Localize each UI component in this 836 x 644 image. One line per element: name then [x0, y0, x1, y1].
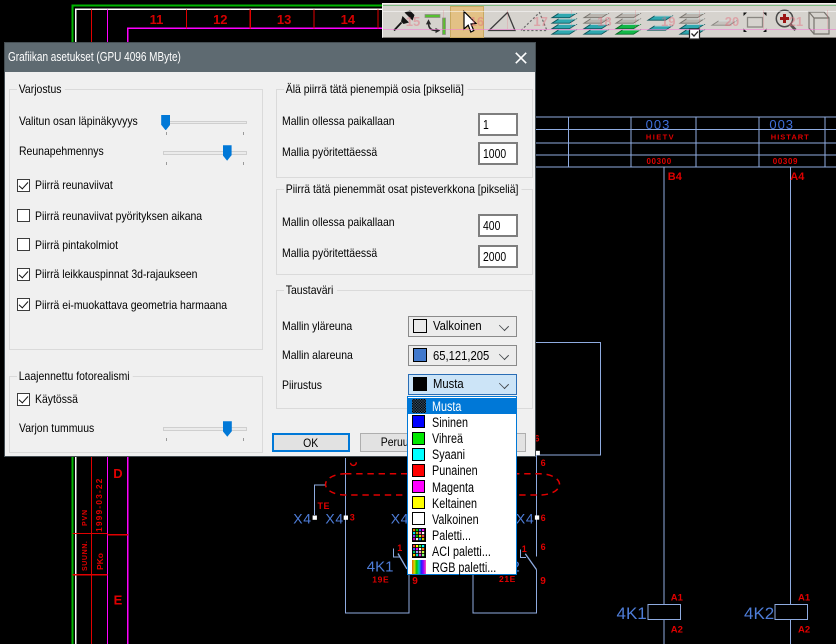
svg-text:A1: A1 [671, 593, 684, 604]
svg-text:X4: X4 [293, 510, 311, 526]
svg-text:A2: A2 [671, 624, 683, 635]
svg-text:13: 13 [277, 12, 291, 27]
svg-text:A4: A4 [790, 171, 805, 183]
svg-text:4K1: 4K1 [367, 559, 394, 576]
svg-text:14: 14 [341, 12, 356, 27]
svg-text:A2: A2 [798, 624, 810, 635]
svg-text:4K1: 4K1 [617, 604, 647, 623]
svg-text:B4: B4 [668, 171, 683, 183]
svg-text:00309: 00309 [773, 157, 798, 166]
svg-text:6: 6 [541, 542, 546, 552]
svg-text:1999-03-22: 1999-03-22 [94, 478, 104, 532]
svg-text:6: 6 [541, 458, 546, 468]
svg-text:6: 6 [541, 513, 546, 523]
svg-text:1: 1 [522, 544, 527, 554]
svg-text:PVN: PVN [82, 509, 89, 526]
svg-text:00300: 00300 [647, 157, 672, 166]
svg-text:12: 12 [213, 12, 227, 27]
svg-text:003: 003 [646, 117, 671, 132]
svg-text:X4: X4 [325, 510, 343, 526]
svg-text:E: E [114, 593, 123, 608]
svg-text:9: 9 [540, 576, 546, 587]
svg-text:1: 1 [397, 543, 402, 553]
svg-text:19E: 19E [372, 575, 389, 585]
svg-text:D: D [113, 466, 122, 481]
svg-text:X4: X4 [516, 510, 534, 526]
svg-text:PKo: PKo [95, 553, 105, 570]
svg-text:21E: 21E [499, 574, 516, 584]
svg-text:9: 9 [412, 576, 418, 587]
svg-text:SUUNN.: SUUNN. [82, 541, 89, 571]
svg-text:HISTART: HISTART [771, 133, 810, 142]
svg-text:11: 11 [150, 12, 164, 27]
svg-text:3: 3 [350, 513, 355, 523]
svg-text:HIETV: HIETV [646, 133, 675, 142]
svg-text:003: 003 [769, 117, 794, 132]
svg-text:A1: A1 [798, 593, 811, 604]
svg-text:4K2: 4K2 [744, 604, 774, 623]
